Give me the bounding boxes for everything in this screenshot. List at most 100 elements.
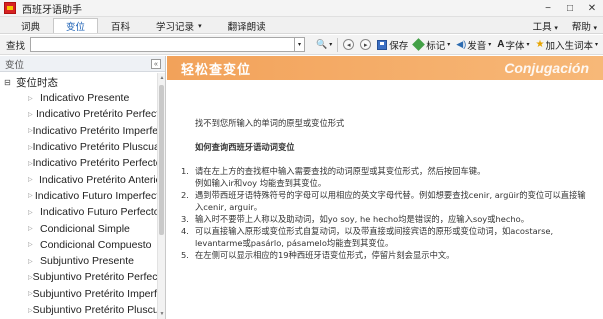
menu-bar: 词典 变位 百科 学习记录 ▾ 翻译朗读 工具 ▾ 帮助 ▾ <box>0 17 603 34</box>
tab-study-records[interactable]: 学习记录 ▾ <box>143 18 215 33</box>
tag-button-label: 标记 <box>426 40 446 52</box>
chevron-down-icon: ▾ <box>198 23 202 30</box>
step-line: 可以直接输入原形或变位形式自复动词，以及带直接或间接宾语的原形或变位动词，如ac… <box>195 226 554 236</box>
forward-button[interactable]: ▸ <box>357 37 374 53</box>
step-line: levantarme或pasárlo, pásamelo均能查到其变位。 <box>195 238 394 248</box>
help-heading: 如何查询西班牙语动词变位 <box>195 142 295 152</box>
tense-item[interactable]: ▷ Indicativo Futuro Imperfecto <box>0 188 165 204</box>
speaker-icon: ◀) <box>456 39 467 49</box>
scroll-down-icon[interactable]: ▼ <box>158 310 165 318</box>
window-controls: − □ ✕ <box>537 0 603 17</box>
tense-item[interactable]: ▷ Indicativo Pretérito Imperfecto <box>0 123 165 139</box>
tense-item[interactable]: ▷ Condicional Simple <box>0 220 165 236</box>
forward-arrow-icon: ▸ <box>360 39 372 50</box>
back-button[interactable]: ◂ <box>340 37 357 53</box>
help-step: 2. 遇到带西班牙语特殊符号的字母可以用相应的英文字母代替。例如想要查找cenir… <box>181 189 593 213</box>
close-button[interactable]: ✕ <box>581 0 603 17</box>
app-flag-icon <box>4 2 16 14</box>
tense-item[interactable]: ▷Subjuntivo Pretérito Pluscuamperfecto <box>0 302 165 318</box>
help-step: 3. 输入时不要带上人称以及助动词，如yo soy, he hecho均是错误的，… <box>181 213 593 225</box>
step-line: 入cenir, arguir。 <box>195 202 263 212</box>
add-vocab-button[interactable]: ★ 加入生词本 ▾ <box>533 37 602 53</box>
tense-item[interactable]: ▷ Indicativo Pretérito Perfecto <box>0 106 165 122</box>
step-number: 3. <box>181 214 189 224</box>
tense-item[interactable]: ▷ Subjuntivo Pretérito Perfecto <box>0 269 165 285</box>
chevron-down-icon: ▾ <box>593 24 597 32</box>
back-arrow-icon: ◂ <box>343 39 355 50</box>
chevron-down-icon: ▾ <box>488 42 492 48</box>
tense-item[interactable]: ▷ Indicativo Pretérito Anterior <box>0 171 165 187</box>
tense-item-label: Subjuntivo Presente <box>40 255 134 268</box>
tense-item[interactable]: ▷ Indicativo Futuro Perfecto <box>0 204 165 220</box>
banner-title: 轻松查变位 <box>181 61 252 77</box>
tag-button[interactable]: 标记 ▾ <box>411 37 453 53</box>
font-button[interactable]: A 字体 ▾ <box>494 37 532 53</box>
tense-item-label: Indicativo Futuro Perfecto <box>40 206 160 219</box>
minimize-button[interactable]: − <box>537 0 559 17</box>
tense-tree: ⊟ 变位时态 ▷ Indicativo Presente ▷ Indicativo P… <box>0 72 165 318</box>
tense-list: ▷ Indicativo Presente ▷ Indicativo Pretérit… <box>0 90 165 318</box>
help-steps: 1. 请在左上方的查找框中输入需要查找的动词原型或其变位形式，然后按回车键。 例如输… <box>181 165 593 261</box>
step-line: 在左侧可以显示相应的19种西班牙语变位形式，停留片刻会显示中文。 <box>195 250 455 260</box>
scroll-up-icon[interactable]: ▲ <box>158 74 165 82</box>
expand-triangle-icon[interactable]: ▷ <box>28 176 39 183</box>
expand-triangle-icon[interactable]: ▷ <box>28 258 40 265</box>
help-text: 找不到您所输入的单词的原型或变位形式 如何查询西班牙语动词变位 1. 请在左上方的… <box>167 117 603 261</box>
window-title: 西班牙语助手 <box>22 4 82 16</box>
tense-item-label: Indicativo Pretérito Imperfecto <box>32 124 165 137</box>
pronounce-button[interactable]: ◀) 发音 ▾ <box>453 37 494 53</box>
collapse-sidebar-icon[interactable]: « <box>151 59 161 69</box>
help-step: 1. 请在左上方的查找框中输入需要查找的动词原型或其变位形式，然后按回车键。 例如输… <box>181 165 593 189</box>
step-number: 2. <box>181 190 189 200</box>
pronounce-button-label: 发音 <box>467 40 487 52</box>
collapse-toggle-icon[interactable]: ⊟ <box>4 78 16 87</box>
star-icon: ★ <box>535 39 545 50</box>
step-text: 在左侧可以显示相应的19种西班牙语变位形式，停留片刻会显示中文。 <box>195 249 593 261</box>
search-history-dropdown[interactable]: ▾ <box>295 37 305 52</box>
help-menu[interactable]: 帮助 ▾ <box>572 19 597 33</box>
expand-triangle-icon[interactable]: ▷ <box>28 225 40 232</box>
step-number: 4. <box>181 226 189 236</box>
tab-translate-read-label: 翻译朗读 <box>227 22 266 33</box>
tense-item[interactable]: ▷ Subjuntivo Pretérito Imperfecto <box>0 286 165 302</box>
tense-item[interactable]: ▷ Condicional Compuesto <box>0 237 165 253</box>
tab-encyclopedia[interactable]: 百科 <box>98 18 143 33</box>
maximize-button[interactable]: □ <box>559 0 581 17</box>
tree-root-tenses[interactable]: ⊟ 变位时态 <box>0 74 165 90</box>
tense-item-label: Subjuntivo Pretérito Pluscuamperfecto <box>32 304 165 316</box>
font-button-label: 字体 <box>505 40 525 52</box>
tab-translate-read[interactable]: 翻译朗读 <box>215 18 279 33</box>
step-line: 请在左上方的查找框中输入需要查找的动词原型或其变位形式，然后按回车键。 <box>195 166 486 176</box>
tools-menu-label: 工具 <box>532 21 552 33</box>
chevron-down-icon: ▾ <box>554 24 558 32</box>
sidebar-scrollbar[interactable]: ▲ ▼ <box>157 73 165 319</box>
tab-conjugation[interactable]: 变位 <box>53 18 99 33</box>
expand-triangle-icon[interactable]: ▷ <box>28 111 36 118</box>
tools-menu[interactable]: 工具 ▾ <box>533 19 558 33</box>
tense-item-label: Subjuntivo Pretérito Perfecto <box>32 271 165 284</box>
expand-triangle-icon[interactable]: ▷ <box>28 192 35 199</box>
sidebar: 变位 « ⊟ 变位时态 ▷ Indicativo Presente ▷ Indicat… <box>0 56 166 319</box>
tense-item[interactable]: ▷Indicativo Pretérito Pluscuamperfecto <box>0 139 165 155</box>
scrollbar-thumb[interactable] <box>159 85 164 235</box>
tag-icon <box>412 38 426 51</box>
add-vocab-button-label: 加入生词本 <box>545 40 593 52</box>
not-found-message: 找不到您所输入的单词的原型或变位形式 <box>195 118 345 128</box>
expand-triangle-icon[interactable]: ▷ <box>28 209 40 216</box>
expand-triangle-icon[interactable]: ▷ <box>28 95 40 102</box>
sidebar-title: 变位 <box>5 59 25 71</box>
search-input[interactable] <box>30 37 295 52</box>
help-step: 4. 可以直接输入原形或变位形式自复动词，以及带直接或间接宾语的原形或变位动词，如… <box>181 225 593 249</box>
expand-triangle-icon[interactable]: ▷ <box>28 241 40 248</box>
tense-item[interactable]: ▷ Subjuntivo Presente <box>0 253 165 269</box>
step-text: 遇到带西班牙语特殊符号的字母可以用相应的英文字母代替。例如想要查找cenir, … <box>195 189 593 213</box>
step-number: 5. <box>181 250 189 260</box>
search-button[interactable]: 🔍 ▾ <box>313 37 335 53</box>
step-line: 遇到带西班牙语特殊符号的字母可以用相应的英文字母代替。例如想要查找cenir, … <box>195 190 586 200</box>
tense-item-label: Indicativo Pretérito Anterior <box>38 173 165 186</box>
tense-item[interactable]: ▷ Indicativo Presente <box>0 90 165 106</box>
tab-dictionary[interactable]: 词典 <box>8 18 53 33</box>
save-button[interactable]: 保存 <box>374 37 411 53</box>
banner-subtitle: Conjugación <box>504 60 589 76</box>
tense-item[interactable]: ▷Indicativo Pretérito Perfecto Simple <box>0 155 165 171</box>
